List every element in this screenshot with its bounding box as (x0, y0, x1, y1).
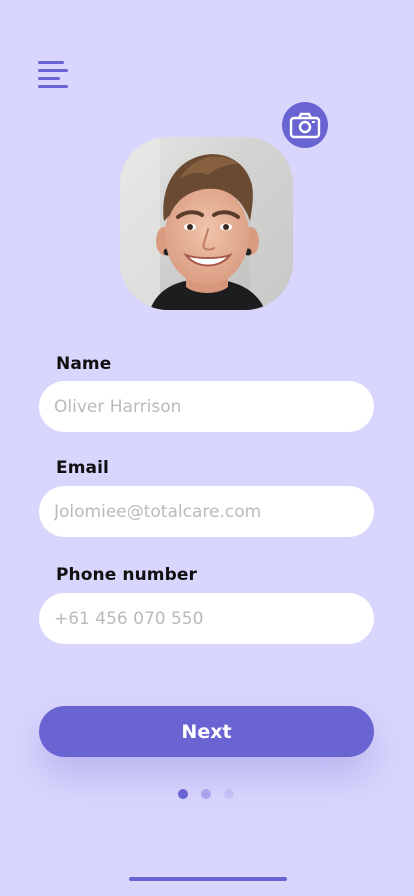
hamburger-menu-icon[interactable] (36, 58, 72, 94)
home-indicator (129, 877, 287, 881)
page-dot-2[interactable] (201, 789, 211, 799)
email-input[interactable] (39, 486, 374, 537)
profile-photo (120, 137, 293, 310)
menu-line-middle (38, 77, 60, 80)
phone-input[interactable] (39, 593, 374, 644)
name-input[interactable] (39, 381, 374, 432)
menu-line-upper (38, 69, 68, 72)
profile-avatar (120, 137, 293, 310)
name-label: Name (56, 354, 112, 374)
email-label: Email (56, 458, 109, 478)
camera-icon (289, 112, 321, 139)
next-button[interactable]: Next (39, 706, 374, 757)
menu-line-bottom (38, 85, 68, 88)
menu-line-top (38, 61, 64, 64)
phone-label: Phone number (56, 565, 197, 585)
page-dot-1[interactable] (178, 789, 188, 799)
profile-setup-screen: Name Email Phone number Next (0, 0, 414, 896)
camera-button[interactable] (282, 102, 328, 148)
page-dot-3[interactable] (224, 789, 234, 799)
